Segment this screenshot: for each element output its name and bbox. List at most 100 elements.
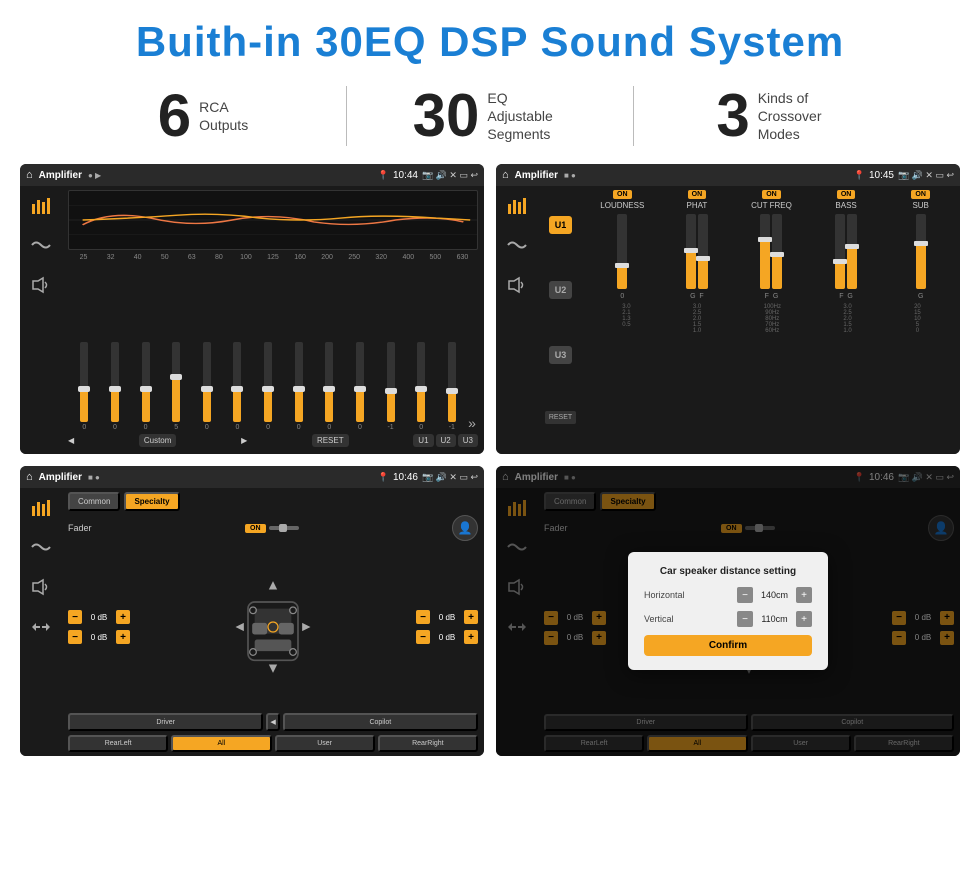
stat-eq: 30 EQ Adjustable Segments — [347, 86, 633, 146]
fader-app-title: Amplifier — [39, 472, 82, 483]
dialog-vertical-label: Vertical — [644, 614, 674, 624]
crossover-app-title: Amplifier — [515, 170, 558, 181]
fader-sidebar-wave[interactable] — [27, 536, 55, 558]
u3-btn[interactable]: U3 — [549, 346, 573, 364]
fader-on-toggle[interactable]: ON — [245, 524, 266, 533]
crossover-sidebar-wave[interactable] — [503, 234, 531, 256]
eq-next[interactable]: ▶ — [241, 436, 247, 445]
eq-sidebar — [20, 186, 62, 454]
crossover-units: U1 U2 U3 RESET — [538, 186, 583, 454]
eq-status-dots: ● ▶ — [88, 171, 101, 180]
slider-13[interactable]: -1 — [438, 342, 467, 431]
home-icon[interactable]: ⌂ — [26, 169, 33, 181]
all-btn[interactable]: All — [171, 735, 271, 752]
fader-sidebar-arrows[interactable] — [27, 616, 55, 638]
stat-eq-desc1: EQ Adjustable — [487, 89, 567, 125]
front-right-plus[interactable]: + — [464, 610, 478, 624]
vertical-plus[interactable]: + — [796, 611, 812, 627]
stat-rca-number: 6 — [158, 86, 191, 146]
fader-icons: 📷 🔊 ✕ ▭ ↩ — [422, 472, 478, 483]
slider-6[interactable]: 0 — [223, 342, 252, 431]
eq-u3-btn[interactable]: U3 — [458, 434, 478, 447]
eq-sidebar-wave[interactable] — [27, 234, 55, 256]
stat-crossover-number: 3 — [716, 86, 749, 146]
slider-12[interactable]: 0 — [407, 342, 436, 431]
slider-9[interactable]: 0 — [315, 342, 344, 431]
u2-btn[interactable]: U2 — [549, 281, 573, 299]
fader-header: Fader ON 👤 — [68, 515, 478, 541]
fader-sidebar-eq[interactable] — [27, 496, 55, 518]
horizontal-ctrl: − 140cm + — [737, 587, 812, 603]
fader-time: 10:46 — [393, 472, 418, 483]
slider-3[interactable]: 0 — [131, 342, 160, 431]
slider-4[interactable]: 5 — [162, 342, 191, 431]
u1-btn[interactable]: U1 — [549, 216, 573, 234]
eq-main: 25 32 40 50 63 80 100 125 160 200 250 32… — [62, 186, 484, 454]
rear-left-minus[interactable]: − — [68, 630, 82, 644]
rear-right-db: − 0 dB + — [416, 630, 478, 644]
location-icon: 📍 — [378, 170, 389, 181]
slider-2[interactable]: 0 — [101, 342, 130, 431]
rear-left-db: − 0 dB + — [68, 630, 130, 644]
crossover-sidebar-eq[interactable] — [503, 194, 531, 216]
crossover-reset[interactable]: RESET — [545, 411, 576, 424]
driver-btn[interactable]: Driver — [68, 713, 263, 731]
stat-crossover: 3 Kinds of Crossover Modes — [634, 86, 920, 146]
nav-left-btn[interactable]: ◀ — [266, 713, 279, 731]
home-icon-2[interactable]: ⌂ — [502, 169, 509, 181]
eq-u2-btn[interactable]: U2 — [436, 434, 456, 447]
slider-10[interactable]: 0 — [346, 342, 375, 431]
expand-icon[interactable]: » — [468, 415, 476, 431]
location-icon-3: 📍 — [378, 472, 389, 483]
crossover-channels: ON LOUDNESS 0 ON PHAT — [583, 186, 960, 454]
front-right-value: 0 dB — [433, 613, 461, 622]
eq-sidebar-speaker[interactable] — [27, 274, 55, 296]
tab-common[interactable]: Common — [68, 492, 120, 511]
rear-right-minus[interactable]: − — [416, 630, 430, 644]
copilot-btn[interactable]: Copilot — [283, 713, 478, 731]
crossover-main: U1 U2 U3 RESET ON LOUDNESS — [538, 186, 960, 454]
fader-status-bar: ⌂ Amplifier ■ ● 📍 10:46 📷 🔊 ✕ ▭ ↩ — [20, 466, 484, 488]
slider-8[interactable]: 0 — [284, 342, 313, 431]
dialog-overlay: Car speaker distance setting Horizontal … — [496, 466, 960, 756]
person-icon: 👤 — [458, 521, 473, 535]
fader-sidebar-speaker[interactable] — [27, 576, 55, 598]
page-header: Buith-in 30EQ DSP Sound System 6 RCA Out… — [0, 0, 980, 160]
crossover-sidebar-speaker[interactable] — [503, 274, 531, 296]
front-right-minus[interactable]: − — [416, 610, 430, 624]
dialog-horizontal-row: Horizontal − 140cm + — [644, 587, 812, 603]
screenshot-fader: ⌂ Amplifier ■ ● 📍 10:46 📷 🔊 ✕ ▭ ↩ — [20, 466, 484, 756]
vertical-minus[interactable]: − — [737, 611, 753, 627]
horizontal-minus[interactable]: − — [737, 587, 753, 603]
confirm-button[interactable]: Confirm — [644, 635, 812, 656]
slider-11[interactable]: -1 — [376, 342, 405, 431]
rear-right-plus[interactable]: + — [464, 630, 478, 644]
crossover-icons: 📷 🔊 ✕ ▭ ↩ — [898, 170, 954, 181]
slider-7[interactable]: 0 — [254, 342, 283, 431]
speaker-diagram: − 0 dB + − 0 dB + — [68, 545, 478, 709]
front-left-minus[interactable]: − — [68, 610, 82, 624]
stat-eq-desc2: Segments — [487, 125, 567, 143]
eq-u1-btn[interactable]: U1 — [413, 434, 433, 447]
rearleft-btn[interactable]: RearLeft — [68, 735, 168, 752]
dialog-vertical-row: Vertical − 110cm + — [644, 611, 812, 627]
eq-sidebar-eq[interactable] — [27, 194, 55, 216]
slider-1[interactable]: 0 — [70, 342, 99, 431]
slider-5[interactable]: 0 — [193, 342, 222, 431]
fader-footer-buttons: Driver ◀ Copilot — [68, 713, 478, 731]
rearright-btn[interactable]: RearRight — [378, 735, 478, 752]
eq-reset-btn[interactable]: RESET — [312, 434, 349, 447]
tab-specialty[interactable]: Specialty — [124, 492, 179, 511]
fader-sidebar — [20, 488, 62, 756]
user-btn[interactable]: User — [275, 735, 375, 752]
channel-sub: ON SUB G — [885, 190, 956, 300]
eq-preset-custom[interactable]: Custom — [139, 434, 177, 447]
stat-rca-desc2: Outputs — [199, 116, 248, 134]
stat-rca-desc1: RCA — [199, 98, 248, 116]
eq-prev[interactable]: ◀ — [68, 436, 74, 445]
home-icon-3[interactable]: ⌂ — [26, 471, 33, 483]
rear-left-plus[interactable]: + — [116, 630, 130, 644]
fader-tabs: Common Specialty — [68, 492, 478, 511]
horizontal-plus[interactable]: + — [796, 587, 812, 603]
front-left-plus[interactable]: + — [116, 610, 130, 624]
